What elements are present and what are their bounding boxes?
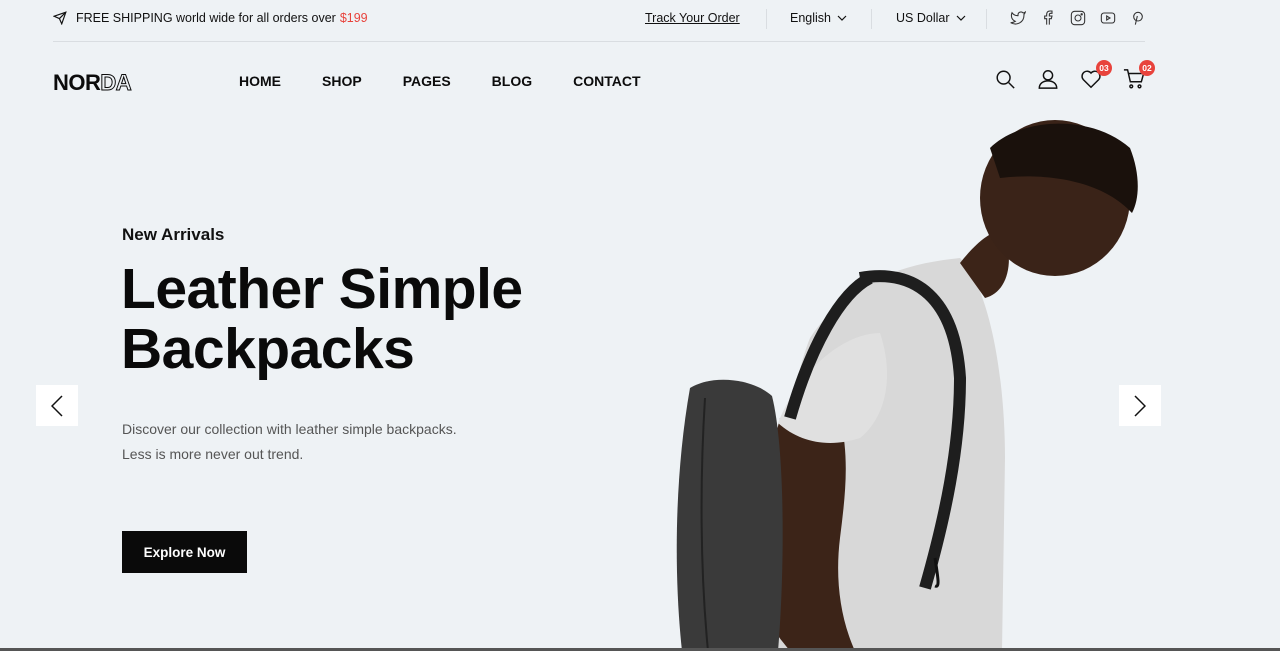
shipping-price: $199 (339, 11, 368, 25)
language-dropdown[interactable]: English (790, 11, 847, 25)
top-bar: FREE SHIPPING world wide for all orders … (53, 0, 1145, 42)
account-button[interactable] (1037, 68, 1059, 90)
track-order-link[interactable]: Track Your Order (645, 11, 740, 25)
slider-prev-button[interactable] (36, 385, 78, 426)
chevron-down-icon (956, 15, 965, 21)
explore-now-button[interactable]: Explore Now (122, 531, 247, 573)
youtube-icon[interactable] (1100, 10, 1116, 26)
hero-desc-line: Discover our collection with leather sim… (122, 421, 457, 437)
main-header: NORDA HOME SHOP PAGES BLOG CONTACT 03 02 (53, 60, 1155, 102)
currency-label: US Dollar (896, 11, 950, 25)
logo-text: NOR (53, 70, 101, 95)
hero-title-line: Leather Simple (121, 257, 523, 321)
hero-description: Discover our collection with leather sim… (122, 417, 542, 467)
user-icon (1038, 70, 1058, 89)
hero-subtitle: New Arrivals (122, 225, 225, 244)
instagram-icon[interactable] (1070, 10, 1086, 26)
currency-dropdown[interactable]: US Dollar (896, 11, 966, 25)
hero-title-line: Backpacks (121, 317, 415, 381)
facebook-icon[interactable] (1040, 10, 1056, 26)
social-links (1010, 10, 1160, 26)
twitter-icon[interactable] (1010, 10, 1027, 26)
language-label: English (790, 11, 831, 25)
send-icon (53, 11, 67, 25)
nav-shop[interactable]: SHOP (322, 73, 362, 89)
hero-model-image (676, 120, 1138, 651)
nav-contact[interactable]: CONTACT (573, 73, 640, 89)
main-nav: HOME SHOP PAGES BLOG CONTACT (239, 73, 682, 89)
hero-title: Leather Simple Backpacks (121, 259, 681, 379)
pinterest-icon[interactable] (1130, 10, 1146, 26)
cart-button[interactable]: 02 (1123, 60, 1155, 90)
shipping-notice: FREE SHIPPING world wide for all orders … (53, 11, 368, 25)
shipping-text: FREE SHIPPING world wide for all orders … (76, 11, 336, 25)
cart-count-badge: 02 (1139, 60, 1155, 76)
search-button[interactable] (994, 68, 1016, 90)
logo-text-outline: DA (100, 70, 132, 96)
wishlist-count-badge: 03 (1096, 60, 1112, 76)
nav-pages[interactable]: PAGES (403, 73, 451, 89)
site-logo[interactable]: NORDA (53, 70, 132, 96)
hero-desc-line: Less is more never out trend. (122, 446, 304, 462)
search-icon (996, 70, 1015, 89)
divider (871, 9, 872, 29)
wishlist-button[interactable]: 03 (1080, 60, 1112, 90)
divider (766, 9, 767, 29)
nav-home[interactable]: HOME (239, 73, 281, 89)
header-icons: 03 02 (973, 60, 1155, 90)
nav-blog[interactable]: BLOG (492, 73, 532, 89)
chevron-left-icon (51, 394, 63, 417)
divider (986, 9, 987, 29)
chevron-down-icon (837, 15, 847, 21)
